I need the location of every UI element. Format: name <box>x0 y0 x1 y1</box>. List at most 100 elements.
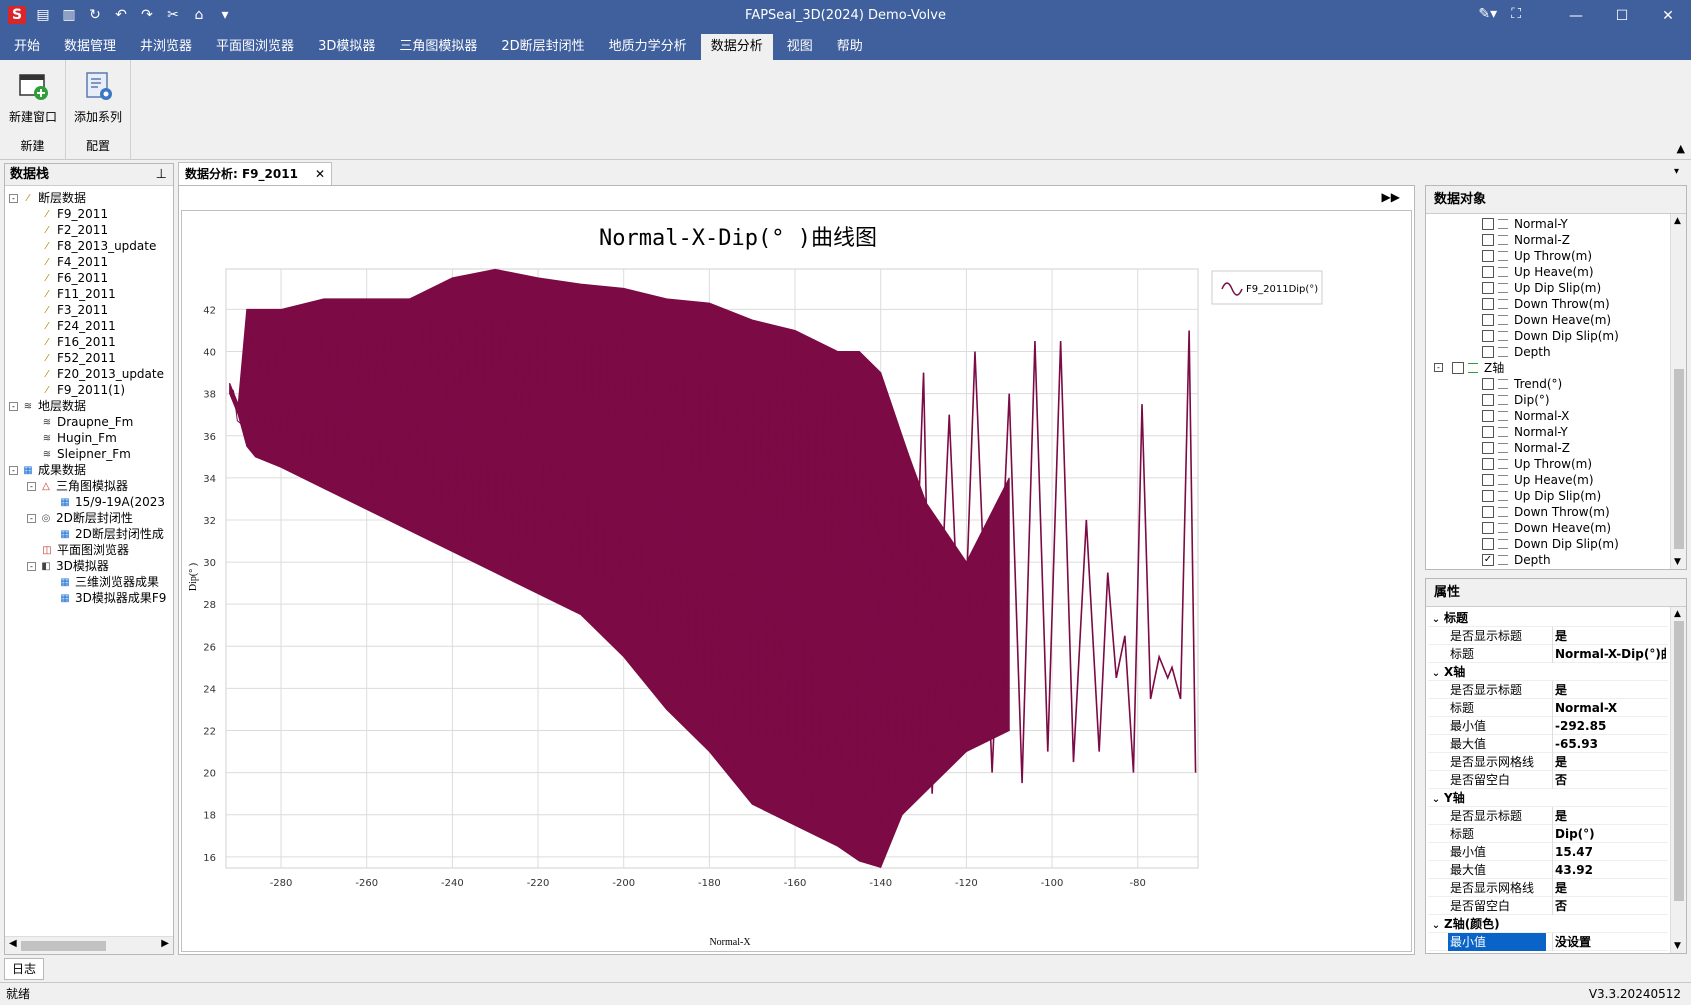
tree-item[interactable]: ▦ 2D断层封闭性成 <box>9 526 169 542</box>
property-row[interactable]: 标题 Normal-X <box>1428 699 1668 717</box>
collapse-icon[interactable]: - <box>9 194 18 203</box>
object-item[interactable]: Normal-X <box>1430 408 1668 424</box>
property-row[interactable]: 最大值 -65.93 <box>1428 735 1668 753</box>
ribbon-tab[interactable]: 视图 <box>777 34 823 60</box>
property-value[interactable]: 没设置 <box>1552 933 1666 951</box>
checkbox[interactable] <box>1482 250 1494 262</box>
property-row[interactable]: 标题 Normal-X-Dip(°)曲线 <box>1428 645 1668 663</box>
checkbox[interactable] <box>1482 394 1494 406</box>
tree-item[interactable]: - ◎ 2D断层封闭性 <box>9 510 169 526</box>
maximize-button[interactable]: ☐ <box>1599 0 1645 32</box>
checkbox[interactable] <box>1482 442 1494 454</box>
checkbox[interactable] <box>1482 474 1494 486</box>
ribbon-tab[interactable]: 2D断层封闭性 <box>491 34 594 60</box>
ribbon-collapse-icon[interactable]: ▲ <box>1677 142 1685 155</box>
collapse-icon[interactable]: - <box>27 562 36 571</box>
ribbon-tab[interactable]: 数据分析 <box>700 34 773 60</box>
tree-item[interactable]: ⁄ F16_2011 <box>9 334 169 350</box>
collapse-icon[interactable]: - <box>1434 363 1443 372</box>
checkbox[interactable] <box>1482 506 1494 518</box>
collapse-icon[interactable]: - <box>27 482 36 491</box>
property-category[interactable]: ⌄ X轴 <box>1428 663 1668 681</box>
tree-item[interactable]: ▦ 15/9-19A(2023 <box>9 494 169 510</box>
object-item[interactable]: Down Dip Slip(m) <box>1430 536 1668 552</box>
tree-item[interactable]: - ⁄ 断层数据 <box>9 190 169 206</box>
scroll-down-icon[interactable]: ▼ <box>1674 941 1681 951</box>
scroll-up-icon[interactable]: ▲ <box>1674 609 1681 619</box>
ribbon-tab[interactable]: 地质力学分析 <box>599 34 697 60</box>
checkbox[interactable]: ✓ <box>1482 554 1494 566</box>
object-item[interactable]: Up Dip Slip(m) <box>1430 280 1668 296</box>
tree-item[interactable]: ≋ Draupne_Fm <box>9 414 169 430</box>
property-value[interactable]: 否 <box>1552 771 1666 789</box>
property-row[interactable]: 是否留空白 否 <box>1428 771 1668 789</box>
ribbon-tab[interactable]: 数据管理 <box>54 34 126 60</box>
checkbox[interactable] <box>1482 218 1494 230</box>
object-item[interactable]: Down Throw(m) <box>1430 296 1668 312</box>
scroll-thumb[interactable] <box>1674 621 1684 901</box>
tree-item[interactable]: - △ 三角图模拟器 <box>9 478 169 494</box>
property-value[interactable]: 否 <box>1552 897 1666 915</box>
tree-item[interactable]: ▦ 三维浏览器成果 <box>9 574 169 590</box>
expand-panel-icon[interactable]: ▶▶ <box>1382 190 1400 204</box>
scroll-right-icon[interactable]: ▶ <box>161 938 169 949</box>
checkbox[interactable] <box>1482 378 1494 390</box>
property-row[interactable]: 是否显示标题 是 <box>1428 807 1668 825</box>
property-row[interactable]: 标题 Dip(°) <box>1428 825 1668 843</box>
property-value[interactable]: Normal-X-Dip(°)曲线 <box>1552 645 1666 663</box>
checkbox[interactable] <box>1482 282 1494 294</box>
object-item[interactable]: ✓ Depth <box>1430 552 1668 567</box>
tree-item[interactable]: ⁄ F9_2011(1) <box>9 382 169 398</box>
checkbox[interactable] <box>1482 458 1494 470</box>
log-tab[interactable]: 日志 <box>4 958 44 980</box>
property-row[interactable]: 是否显示网格线 是 <box>1428 879 1668 897</box>
object-item[interactable]: Up Dip Slip(m) <box>1430 488 1668 504</box>
tab-menu-icon[interactable]: ▾ <box>1674 166 1679 177</box>
property-row[interactable]: 最小值 -292.85 <box>1428 717 1668 735</box>
vertical-scrollbar[interactable]: ▲ ▼ <box>1670 214 1686 569</box>
checkbox[interactable] <box>1482 538 1494 550</box>
object-item[interactable]: Normal-Z <box>1430 232 1668 248</box>
checkbox[interactable] <box>1482 314 1494 326</box>
object-item[interactable]: Down Heave(m) <box>1430 520 1668 536</box>
theme-icon[interactable]: ✎▾ <box>1478 6 1497 22</box>
object-item[interactable]: Dip(°) <box>1430 392 1668 408</box>
property-value[interactable]: -65.93 <box>1552 735 1666 753</box>
checkbox[interactable] <box>1452 362 1464 374</box>
property-row[interactable]: 是否显示标题 是 <box>1428 627 1668 645</box>
object-item[interactable]: Trend(°) <box>1430 376 1668 392</box>
ribbon-tab[interactable]: 平面图浏览器 <box>206 34 304 60</box>
ribbon-tab[interactable]: 开始 <box>4 34 50 60</box>
tree-item[interactable]: ◫ 平面图浏览器 <box>9 542 169 558</box>
close-tab-icon[interactable]: ✕ <box>315 163 325 185</box>
tree-item[interactable]: ≋ Hugin_Fm <box>9 430 169 446</box>
object-item[interactable]: Up Heave(m) <box>1430 264 1668 280</box>
tree-item[interactable]: ≋ Sleipner_Fm <box>9 446 169 462</box>
document-tab[interactable]: 数据分析: F9_2011 ✕ <box>178 162 332 185</box>
scroll-left-icon[interactable]: ◀ <box>9 938 17 949</box>
ribbon-tab[interactable]: 井浏览器 <box>130 34 202 60</box>
property-value[interactable]: 是 <box>1552 627 1666 645</box>
property-row[interactable]: 是否显示网格线 是 <box>1428 753 1668 771</box>
property-row[interactable]: 最大值 43.92 <box>1428 861 1668 879</box>
tree-item[interactable]: ⁄ F11_2011 <box>9 286 169 302</box>
tree-item[interactable]: ⁄ F2_2011 <box>9 222 169 238</box>
object-item[interactable]: Normal-Y <box>1430 216 1668 232</box>
checkbox[interactable] <box>1482 266 1494 278</box>
property-row[interactable]: 是否留空白 否 <box>1428 897 1668 915</box>
tree-item[interactable]: - ≋ 地层数据 <box>9 398 169 414</box>
tree-item[interactable]: ▦ 3D模拟器成果F9 <box>9 590 169 606</box>
tree-item[interactable]: ⁄ F6_2011 <box>9 270 169 286</box>
object-item[interactable]: Up Throw(m) <box>1430 456 1668 472</box>
property-value[interactable]: Normal-X <box>1552 699 1666 717</box>
property-category[interactable]: ⌄ 标题 <box>1428 609 1668 627</box>
property-category[interactable]: ⌄ Z轴(颜色) <box>1428 915 1668 933</box>
scroll-thumb[interactable] <box>1674 369 1684 549</box>
property-value[interactable]: 是 <box>1552 807 1666 825</box>
ribbon-tab[interactable]: 帮助 <box>827 34 873 60</box>
checkbox[interactable] <box>1482 490 1494 502</box>
tree-item[interactable]: ⁄ F20_2013_update <box>9 366 169 382</box>
tree-item[interactable]: ⁄ F52_2011 <box>9 350 169 366</box>
checkbox[interactable] <box>1482 522 1494 534</box>
property-value[interactable]: 是 <box>1552 681 1666 699</box>
